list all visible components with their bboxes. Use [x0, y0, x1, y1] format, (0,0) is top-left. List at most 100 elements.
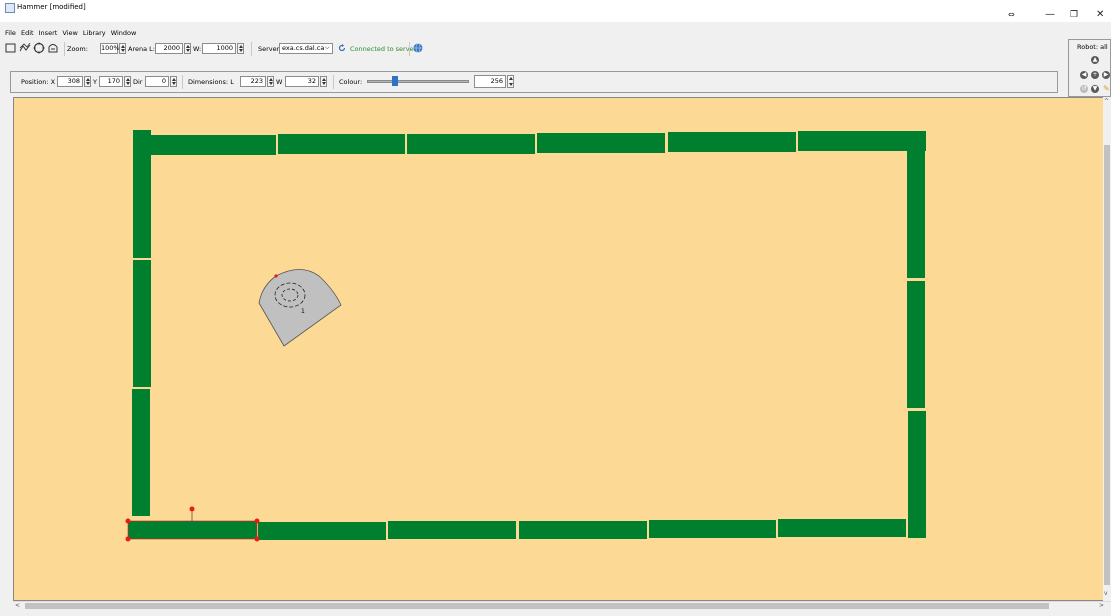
wall-segment[interactable]	[132, 389, 150, 516]
menu-file[interactable]: File	[5, 29, 16, 37]
scroll-down-icon[interactable]: v	[1104, 591, 1108, 597]
close-button[interactable]: ✕	[1096, 10, 1104, 20]
position-x-field[interactable]: 308	[57, 76, 83, 87]
menu-library[interactable]: Library	[83, 29, 106, 37]
pencil-icon[interactable]: ✎	[1103, 84, 1110, 93]
wall-segment[interactable]	[519, 521, 647, 539]
arena-width-label: W:	[193, 45, 202, 53]
arena-drawing: 1	[125, 130, 926, 542]
wall-segment[interactable]	[798, 131, 926, 151]
wall-segment[interactable]	[388, 521, 516, 539]
robot-selector-label: Robot: all	[1077, 43, 1108, 51]
connection-status: Connected to server	[350, 45, 417, 53]
scroll-left-icon[interactable]: <	[15, 603, 20, 609]
scroll-right-icon[interactable]: >	[1099, 603, 1104, 609]
nav-right-icon[interactable]: ▶	[1102, 71, 1110, 79]
wall-segment[interactable]	[907, 151, 925, 278]
maximize-button[interactable]: ❐	[1070, 10, 1078, 20]
nav-left-icon[interactable]: ◀	[1080, 71, 1088, 79]
toolbar-separator	[182, 75, 183, 89]
position-y-label: Y	[93, 78, 97, 86]
selection-handle[interactable]	[125, 536, 131, 542]
position-x-label: Position: X	[21, 78, 56, 86]
position-x-spinner[interactable]	[84, 76, 91, 87]
colour-value-field[interactable]: 256	[474, 75, 506, 88]
vertical-scrollbar[interactable]: ^ v	[1103, 97, 1111, 601]
menu-view[interactable]: View	[62, 29, 77, 37]
robot-body[interactable]	[258, 269, 342, 347]
restore-size-icon[interactable]: ⇔	[1008, 10, 1015, 20]
colour-slider-track[interactable]	[367, 80, 469, 83]
robot-tool-icon[interactable]	[47, 42, 59, 54]
globe-icon[interactable]	[413, 43, 423, 53]
server-label: Server:	[258, 45, 282, 53]
dimensions-length-field[interactable]: 223	[240, 76, 266, 87]
nav-up-icon[interactable]: ▲	[1091, 56, 1099, 64]
wall-segment[interactable]	[258, 522, 386, 540]
wall-segment[interactable]	[668, 132, 796, 152]
robot-id-label: 1	[301, 308, 305, 315]
menu-edit[interactable]: Edit	[21, 29, 34, 37]
wall-segment[interactable]	[537, 133, 665, 153]
minimize-button[interactable]: —	[1045, 10, 1055, 20]
wall-segment[interactable]	[133, 260, 151, 387]
selection-handle[interactable]	[125, 518, 131, 524]
robot[interactable]: 1	[258, 269, 342, 347]
selection-handle[interactable]	[254, 536, 260, 542]
main-toolbar: Zoom: 100% Arena L: 2000 W: 1000 Server:…	[0, 40, 1068, 60]
direction-field[interactable]: 0	[145, 76, 169, 87]
vertical-scroll-thumb[interactable]	[1104, 145, 1110, 585]
dimensions-width-spinner[interactable]	[320, 76, 327, 87]
nav-center-icon[interactable]: +	[1091, 71, 1099, 79]
horizontal-scroll-thumb[interactable]	[25, 603, 1049, 609]
robot-panel: Robot: all ▲ ◀ + ▶ ↺ ▼ ✎	[1068, 39, 1111, 97]
selected-wall-segment[interactable]	[127, 520, 258, 540]
dimensions-width-field[interactable]: 32	[285, 76, 319, 87]
arena-length-label: Arena L:	[128, 45, 155, 53]
horizontal-scrollbar[interactable]: < >	[13, 601, 1111, 610]
properties-toolbar: Position: X 308 Y 170 Dir 0 Dimensions: …	[10, 71, 1058, 93]
title-bar: Hammer [modified] ⇔ — ❐ ✕	[0, 0, 1111, 22]
wall-segment[interactable]	[908, 411, 926, 538]
arena-width-field[interactable]: 1000	[202, 43, 236, 54]
wall-segment[interactable]	[907, 281, 925, 408]
zoom-spinner[interactable]	[119, 43, 126, 54]
wall-segment[interactable]	[278, 134, 405, 154]
position-y-field[interactable]: 170	[99, 76, 123, 87]
app-icon	[5, 3, 15, 13]
dimensions-length-spinner[interactable]	[267, 76, 274, 87]
rotation-handle[interactable]	[189, 506, 195, 512]
position-y-spinner[interactable]	[124, 76, 131, 87]
arena-length-field[interactable]: 2000	[155, 43, 183, 54]
scroll-up-icon[interactable]: ^	[1104, 99, 1109, 105]
selection-handle[interactable]	[254, 518, 260, 524]
dimensions-width-label: W	[276, 78, 283, 86]
wall-segment[interactable]	[133, 130, 151, 258]
menu-window[interactable]: Window	[111, 29, 137, 37]
colour-value-spinner[interactable]	[507, 75, 514, 88]
wall-segment[interactable]	[778, 519, 906, 537]
wall-segment[interactable]	[149, 135, 276, 155]
arena-length-spinner[interactable]	[184, 43, 191, 54]
dimensions-length-label: Dimensions: L	[188, 78, 234, 86]
colour-slider-thumb[interactable]	[391, 76, 398, 86]
menu-bar: File Edit Insert View Library Window	[5, 29, 139, 37]
chevron-down-icon[interactable]: ⌵	[325, 44, 330, 52]
direction-label: Dir	[133, 78, 143, 86]
wall-segment[interactable]	[649, 520, 776, 538]
colour-label: Colour:	[339, 78, 363, 86]
robot-front-marker	[274, 274, 278, 278]
rectangle-tool-icon[interactable]	[5, 43, 16, 53]
nav-down-icon[interactable]: ▼	[1091, 85, 1099, 93]
wall-segment[interactable]	[407, 134, 535, 154]
direction-spinner[interactable]	[170, 76, 177, 87]
rotate-left-icon[interactable]: ↺	[1080, 85, 1088, 93]
polyline-tool-icon[interactable]	[19, 43, 31, 53]
toolbar-separator	[409, 42, 410, 56]
circle-tool-icon[interactable]	[33, 42, 45, 54]
arena-width-spinner[interactable]	[237, 43, 244, 54]
zoom-field[interactable]: 100%	[100, 43, 120, 54]
arena-canvas[interactable]: 1	[13, 97, 1111, 601]
refresh-icon[interactable]	[338, 44, 346, 52]
menu-insert[interactable]: Insert	[39, 29, 58, 37]
